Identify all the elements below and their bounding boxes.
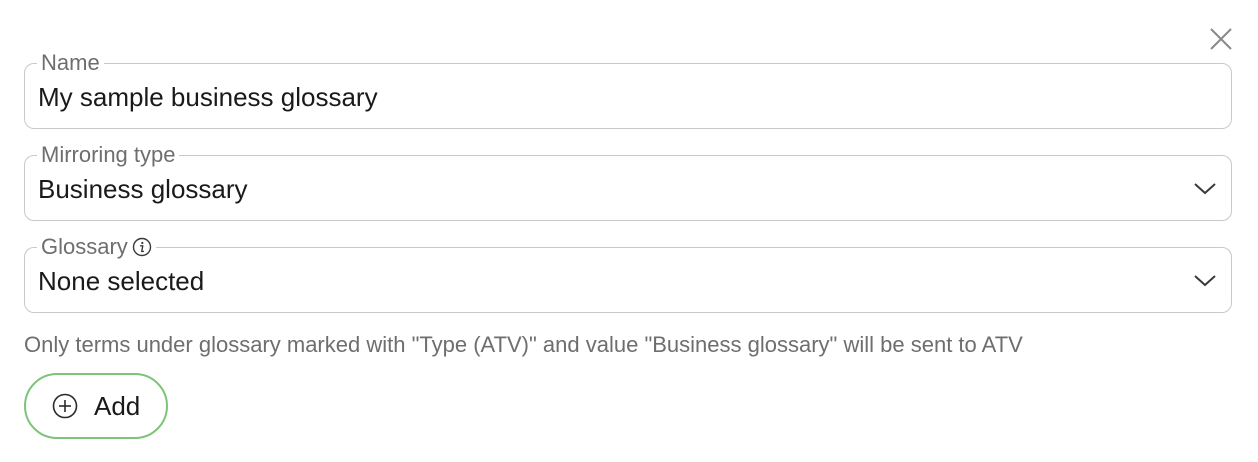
mirroring-type-label-text: Mirroring type xyxy=(41,142,176,167)
mirroring-type-value: Business glossary xyxy=(38,174,248,204)
name-field[interactable]: Name My sample business glossary xyxy=(24,50,1232,129)
glossary-value: None selected xyxy=(38,266,205,296)
info-icon[interactable] xyxy=(132,237,152,257)
name-label: Name xyxy=(37,50,104,76)
name-input-value[interactable]: My sample business glossary xyxy=(38,82,378,112)
close-icon xyxy=(1210,28,1232,50)
mirroring-type-select[interactable]: Mirroring type Business glossary xyxy=(24,142,1232,221)
chevron-down-icon[interactable] xyxy=(1193,178,1217,198)
mirroring-dialog: Name My sample business glossary Mirrori… xyxy=(0,0,1258,462)
glossary-hint-text: Only terms under glossary marked with "T… xyxy=(24,332,1023,357)
add-button-label: Add xyxy=(94,390,141,421)
glossary-label: Glossary xyxy=(37,234,156,260)
name-label-text: Name xyxy=(41,50,100,75)
chevron-down-icon[interactable] xyxy=(1193,270,1217,290)
close-button[interactable] xyxy=(1206,24,1236,54)
glossary-label-text: Glossary xyxy=(41,234,128,259)
plus-circle-icon xyxy=(52,393,78,419)
add-button[interactable]: Add xyxy=(24,373,168,439)
mirroring-type-label: Mirroring type xyxy=(37,142,180,168)
glossary-select[interactable]: Glossary None selected xyxy=(24,234,1232,313)
